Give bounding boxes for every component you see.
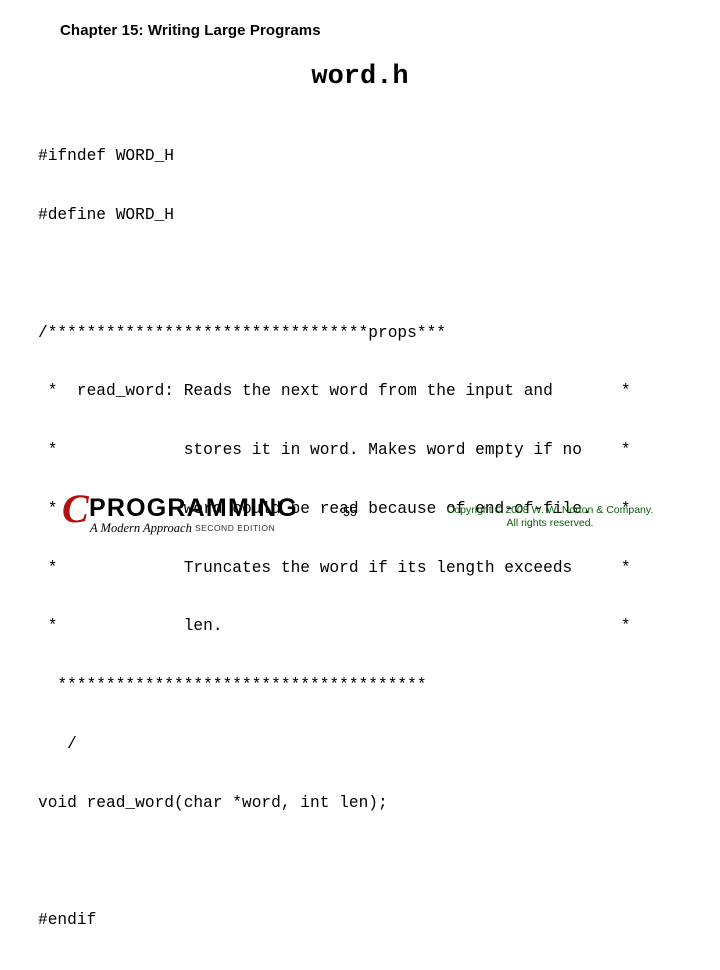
- logo-letter-c: C: [62, 486, 89, 531]
- logo-subtitle-text: A Modern Approach: [90, 521, 192, 535]
- code-line: void read_word(char *word, int len);: [38, 793, 388, 812]
- file-title: word.h: [311, 62, 409, 92]
- page-number: 55: [343, 505, 357, 519]
- code-line: #ifndef WORD_H: [38, 147, 174, 166]
- code-line: * Truncates the word if its length excee…: [38, 558, 631, 577]
- logo-edition-text: SECOND EDITION: [194, 523, 276, 533]
- code-block: #ifndef WORD_H #define WORD_H /*********…: [38, 108, 631, 970]
- slide: Chapter 15: Writing Large Programs word.…: [0, 0, 720, 929]
- book-logo: C PROGRAMMING A Modern Approach SECOND E…: [62, 486, 297, 536]
- code-line: * stores it in word. Makes word empty if…: [38, 441, 631, 460]
- code-line: /*********************************props*…: [38, 323, 446, 342]
- code-line: /: [38, 735, 77, 753]
- code-line: * len. *: [38, 617, 631, 636]
- code-line: **************************************: [38, 676, 427, 695]
- logo-subtitle: A Modern Approach SECOND EDITION: [90, 521, 275, 536]
- logo-programming-text: PROGRAMMING: [89, 494, 299, 522]
- code-line: #endif: [38, 911, 97, 930]
- copyright-notice: Copyright © 2008 W. W. Norton & Company.…: [420, 504, 680, 530]
- code-line: #define WORD_H: [38, 205, 174, 224]
- copyright-line-2: All rights reserved.: [506, 517, 594, 529]
- copyright-line-1: Copyright © 2008 W. W. Norton & Company.: [446, 504, 654, 516]
- code-line: * read_word: Reads the next word from th…: [38, 382, 631, 401]
- chapter-title: Chapter 15: Writing Large Programs: [60, 22, 321, 39]
